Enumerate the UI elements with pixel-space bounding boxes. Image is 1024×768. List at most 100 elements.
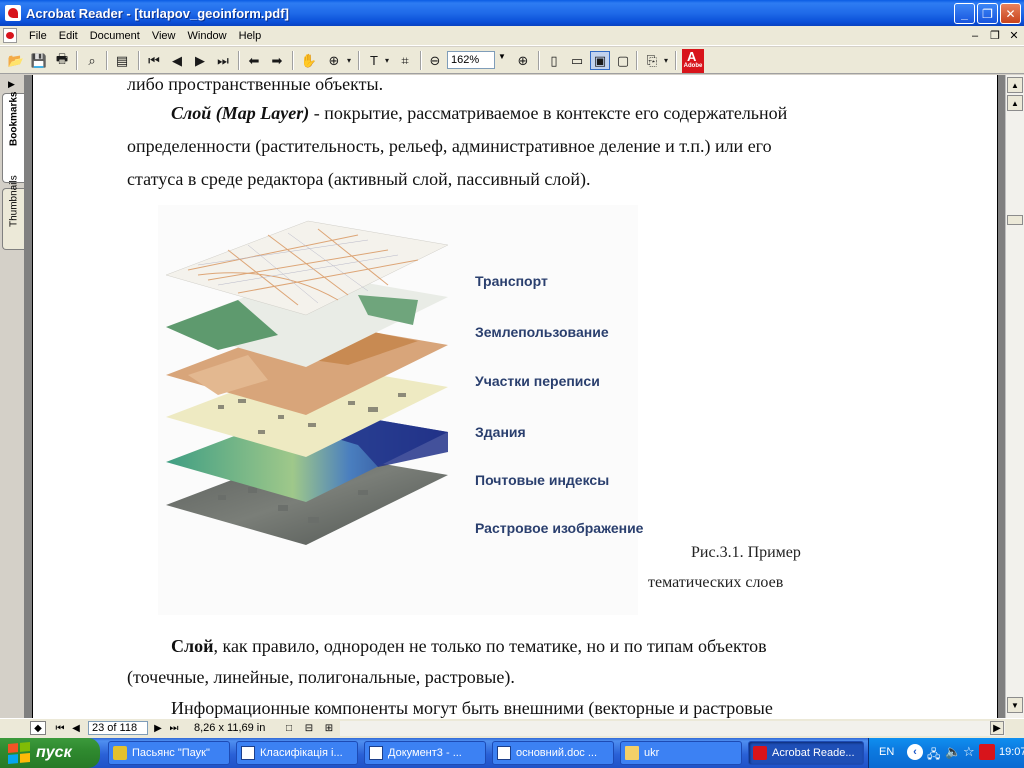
page-size-readout: 8,26 x 11,69 in <box>194 722 266 734</box>
layer-label-census-tracts: Участки переписи <box>475 373 600 389</box>
word-doc-icon <box>241 746 255 760</box>
title-bar[interactable]: Acrobat Reader - [turlapov_geoinform.pdf… <box>0 0 1024 26</box>
paragraph-layer-line1: Слой, как правило, однороден не только п… <box>171 637 767 655</box>
task-word-classification[interactable]: Класифікація і... <box>236 741 358 765</box>
last-page-icon[interactable]: ⏭ <box>213 51 233 70</box>
paragraph-map-layer-line1: Слой (Map Layer) - покрытие, рассматрива… <box>171 104 787 122</box>
actual-size-icon[interactable]: ▯ <box>544 51 564 70</box>
go-forward-icon[interactable]: ➡ <box>267 51 287 70</box>
window-title: Acrobat Reader - [turlapov_geoinform.pdf… <box>26 5 289 21</box>
status-first-page-icon[interactable]: ⏮ <box>54 721 66 735</box>
page-number-field[interactable]: 23 of 118 <box>88 721 148 735</box>
scrollbar-thumb[interactable] <box>1007 215 1023 225</box>
tab-thumbnails-label: Thumbnails <box>8 175 20 227</box>
horizontal-scrollbar[interactable] <box>340 721 1005 736</box>
network-icon[interactable]: 🖧 <box>927 745 940 766</box>
next-page-icon[interactable]: ▶ <box>190 51 210 70</box>
find-icon[interactable]: ⌕ <box>82 51 102 70</box>
start-label: пуск <box>36 744 72 761</box>
task-folder-ukr[interactable]: ukr <box>620 741 742 765</box>
doc-restore-button[interactable]: ❐ <box>988 29 1002 43</box>
vertical-scrollbar[interactable]: ▲ ▲ ▼ <box>1005 75 1024 718</box>
pane-split-icon[interactable]: ◆ <box>30 721 46 735</box>
go-back-icon[interactable]: ⬅ <box>244 51 264 70</box>
single-page-layout-icon[interactable]: □ <box>282 721 296 735</box>
acrobat-icon <box>753 746 767 760</box>
scroll-up-icon[interactable]: ▲ <box>1007 95 1023 111</box>
zoom-out-icon[interactable]: ⊖ <box>425 51 445 70</box>
panel-toggle-icon[interactable]: ▶ <box>8 79 15 90</box>
zoom-level-input[interactable]: 162% <box>447 51 495 69</box>
toolbar: 📂 💾 🖶 ⌕ ▤ ⏮ ◀ ▶ ⏭ ⬅ ➡ ✋ ⊕ ▾ T ▾ ⌗ ⊖ ⊕ ▯ … <box>0 47 1024 74</box>
layer-label-land-use: Землепользование <box>475 324 609 340</box>
navigation-panel: ▶ Bookmarks Thumbnails <box>0 75 25 718</box>
menu-document[interactable]: Document <box>84 30 146 42</box>
task-word-osnovnyi[interactable]: основний.doc ... <box>492 741 614 765</box>
status-next-page-icon[interactable]: ▶ <box>152 721 164 735</box>
scroll-right-icon[interactable]: ▶ <box>990 721 1004 735</box>
print-icon[interactable]: 🖶 <box>52 51 72 70</box>
task-word-document3[interactable]: Документ3 - ... <box>364 741 486 765</box>
zoom-in-icon[interactable]: ⊕ <box>513 51 533 70</box>
task-label: Пасьянс "Паук" <box>132 747 210 759</box>
zoom-level-dropdown-icon[interactable]: ▼ <box>498 52 506 61</box>
navigation-pane-icon[interactable]: ▤ <box>112 51 132 70</box>
hand-tool-icon[interactable]: ✋ <box>299 51 319 70</box>
zoom-tool-dropdown-icon[interactable]: ▾ <box>344 51 354 70</box>
snapshot-tool-icon[interactable]: ⌗ <box>395 51 415 70</box>
text-select-tool-icon[interactable]: T <box>364 51 384 70</box>
minimize-button[interactable]: _ <box>954 3 975 24</box>
text-select-dropdown-icon[interactable]: ▾ <box>382 51 392 70</box>
star-icon[interactable]: ☆ <box>963 744 975 760</box>
document-icon[interactable] <box>3 28 17 43</box>
menu-help[interactable]: Help <box>233 30 268 42</box>
menu-edit[interactable]: Edit <box>53 30 84 42</box>
paragraph-layer-rest: , как правило, однороден не только по те… <box>213 636 767 656</box>
scroll-top-icon[interactable]: ▲ <box>1007 77 1023 93</box>
start-button[interactable]: пуск <box>0 738 100 768</box>
show-hidden-icons-icon[interactable]: ‹ <box>907 744 923 760</box>
acrobat-tray-icon[interactable] <box>979 744 995 760</box>
task-acrobat-reader[interactable]: Acrobat Reade... <box>748 741 864 765</box>
tab-thumbnails[interactable]: Thumbnails <box>2 175 24 250</box>
task-label: Документ3 - ... <box>388 747 462 759</box>
rotate-dropdown-icon[interactable]: ▾ <box>661 51 671 70</box>
previous-page-icon[interactable]: ◀ <box>167 51 187 70</box>
word-doc-icon <box>369 746 383 760</box>
fit-visible-icon[interactable]: ▢ <box>613 51 633 70</box>
windows-logo-icon <box>8 742 30 764</box>
acrobat-app-icon[interactable] <box>5 5 21 21</box>
maximize-button[interactable]: ❐ <box>977 3 998 24</box>
close-button[interactable]: ✕ <box>1000 3 1021 24</box>
doc-minimize-button[interactable]: – <box>968 29 982 43</box>
menu-window[interactable]: Window <box>182 30 233 42</box>
term-map-layer: Слой (Map Layer) <box>171 103 310 123</box>
facing-pages-layout-icon[interactable]: ⊞ <box>322 721 336 735</box>
zoom-tool-icon[interactable]: ⊕ <box>324 51 344 70</box>
fit-page-icon[interactable]: ▭ <box>567 51 587 70</box>
open-icon[interactable]: 📂 <box>6 51 26 70</box>
clock[interactable]: 19:07 <box>999 746 1024 758</box>
volume-icon[interactable]: 🔈 <box>945 744 961 760</box>
paragraph-map-layer-line3: статуса в среде редактора (активный слой… <box>127 169 591 189</box>
task-label: Acrobat Reade... <box>772 747 855 759</box>
save-icon[interactable]: 💾 <box>29 51 49 70</box>
task-spider-solitaire[interactable]: Пасьянс "Паук" <box>108 741 230 765</box>
adobe-logo-icon[interactable]: Adobe <box>682 49 704 73</box>
pdf-page: либо пространственные объекты. Слой (Map… <box>32 75 998 718</box>
menu-file[interactable]: File <box>23 30 53 42</box>
document-view[interactable]: либо пространственные объекты. Слой (Map… <box>25 75 1005 718</box>
menu-view[interactable]: View <box>146 30 182 42</box>
status-previous-page-icon[interactable]: ◀ <box>70 721 82 735</box>
continuous-layout-icon[interactable]: ⊟ <box>302 721 316 735</box>
language-indicator[interactable]: EN <box>879 746 894 758</box>
text-line-top: либо пространственные объекты. <box>127 75 384 94</box>
rotate-view-icon[interactable]: ⎘ <box>642 51 662 70</box>
layer-label-transport: Транспорт <box>475 273 548 289</box>
tab-bookmarks[interactable]: Bookmarks <box>2 92 24 183</box>
status-last-page-icon[interactable]: ⏭ <box>168 721 180 735</box>
first-page-icon[interactable]: ⏮ <box>144 51 164 70</box>
scroll-down-icon[interactable]: ▼ <box>1007 697 1023 713</box>
doc-close-button[interactable]: ✕ <box>1007 29 1021 43</box>
fit-width-icon[interactable]: ▣ <box>590 51 610 70</box>
